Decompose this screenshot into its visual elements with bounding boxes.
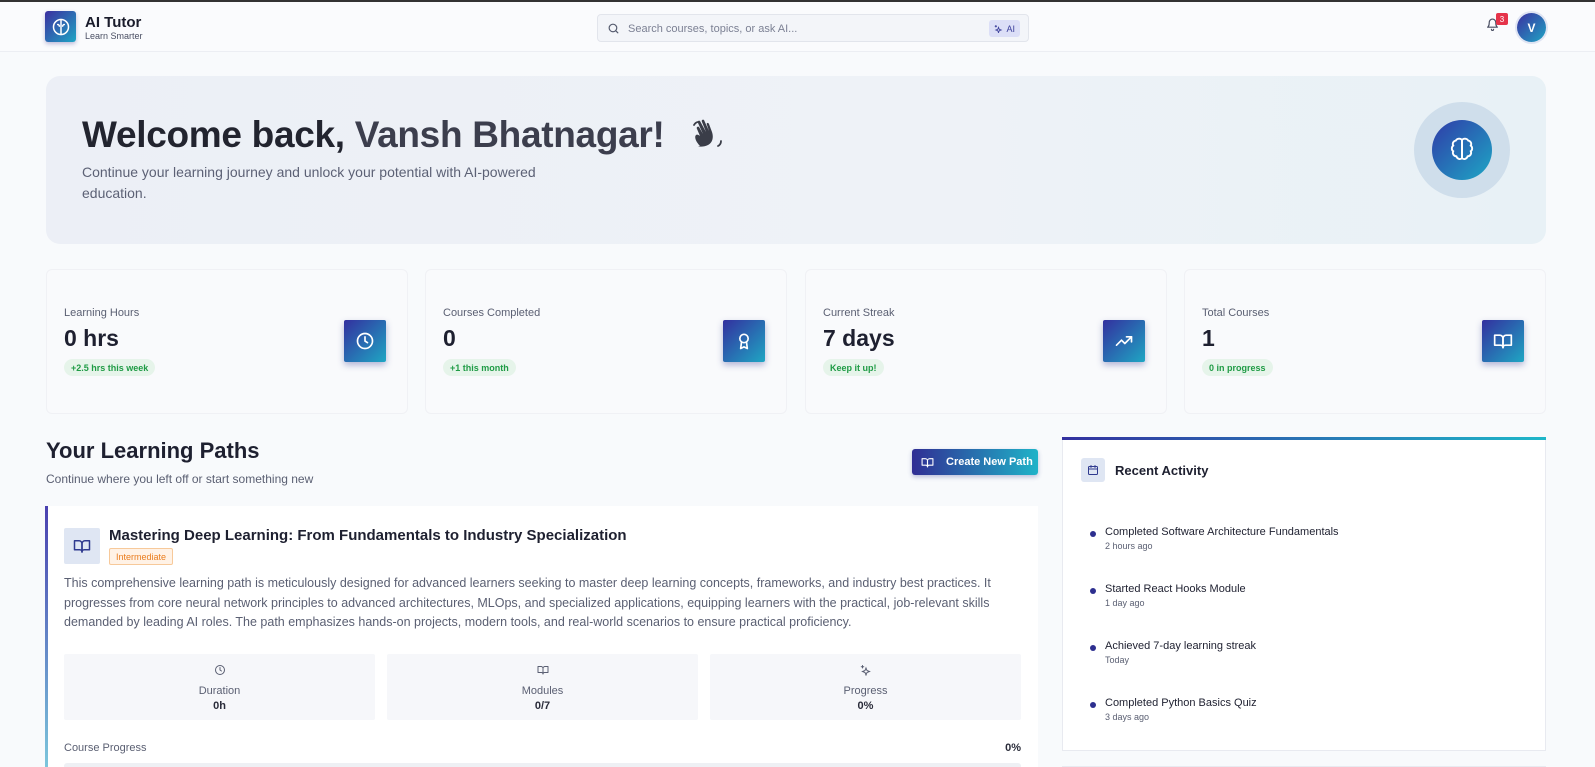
metric-label: Modules [521,685,564,697]
activity-item[interactable]: Started React Hooks Module 1 day ago [1090,583,1530,613]
stat-label: Learning Hours [64,307,140,319]
search-bar: AI [597,14,1029,42]
stat-card-current-streak: Current Streak 7 days Keep it up! [805,269,1167,414]
path-title[interactable]: Mastering Deep Learning: From Fundamenta… [109,527,627,544]
activity-time: Today [1105,655,1130,665]
path-description: This comprehensive learning path is meti… [64,576,991,629]
level-badge: Intermediate [109,548,174,565]
stat-note: +2.5 hrs this week [64,359,156,376]
clock-icon [214,664,226,676]
waving-hand-icon [688,116,728,156]
notification-count-badge: 3 [1496,13,1508,25]
create-new-path-label: Create New Path [946,456,1033,468]
activity-item[interactable]: Completed Software Architecture Fundamen… [1090,526,1530,556]
brain-orb [1414,102,1510,198]
user-avatar[interactable]: V [1517,13,1546,42]
recent-activity-panel: Recent Activity Completed Software Archi… [1062,437,1546,751]
welcome-heading: Welcome back, Vansh Bhatnagar! [82,114,665,156]
stat-label: Current Streak [823,307,895,319]
metric-value: 0h [213,700,226,712]
stat-note: 0 in progress [1202,359,1273,376]
activity-dot [1090,702,1096,708]
activity-dot [1090,645,1096,651]
activity-item[interactable]: Completed Python Basics Quiz 3 days ago [1090,697,1530,727]
activity-text: Started React Hooks Module [1105,583,1246,595]
book-open-icon [1482,320,1524,362]
activity-time: 3 days ago [1105,712,1150,722]
stat-card-learning-hours: Learning Hours 0 hrs +2.5 hrs this week [46,269,408,414]
book-open-icon [64,528,100,564]
top-header: AI Tutor Learn Smarter AI 3 V [0,2,1595,52]
stat-value: 0 [443,325,456,351]
activity-text: Achieved 7-day learning streak [1105,640,1257,652]
welcome-description: Continue your learning journey and unloc… [82,164,536,201]
activity-time: 2 hours ago [1105,541,1153,551]
panel-accent-bar [1062,437,1546,440]
book-open-icon [921,456,934,469]
app-subtitle: Learn Smarter [85,31,143,41]
trending-up-icon [1103,320,1145,362]
book-open-icon [537,664,549,676]
metric-modules: Modules 0/7 [387,654,698,720]
create-new-path-button[interactable]: Create New Path [912,449,1038,475]
metric-value: 0/7 [534,700,551,712]
metric-label: Progress [843,685,888,697]
activity-dot [1090,588,1096,594]
award-icon [723,320,765,362]
app-title: AI Tutor [85,14,142,31]
stat-note: Keep it up! [823,359,884,376]
brain-icon [1432,120,1492,180]
stat-card-total-courses: Total Courses 1 0 in progress [1184,269,1546,414]
activity-item[interactable]: Achieved 7-day learning streak Today [1090,640,1530,670]
brain-logo-icon[interactable] [45,11,76,42]
metric-duration: Duration 0h [64,654,375,720]
search-icon [607,22,620,35]
user-name: Vansh Bhatnagar! [354,114,665,155]
metric-label: Duration [198,685,241,697]
activity-time: 1 day ago [1105,598,1145,608]
clock-icon [344,320,386,362]
welcome-greeting: Welcome back, [82,114,355,155]
activity-text: Completed Software Architecture Fundamen… [1105,526,1339,538]
metric-value: 0% [857,700,874,712]
stat-value: 7 days [823,325,895,351]
course-progress-bar [64,763,1021,767]
metric-progress: Progress 0% [710,654,1021,720]
activity-text: Completed Python Basics Quiz [1105,697,1257,709]
stat-note: +1 this month [443,359,516,376]
ai-search-badge[interactable]: AI [989,20,1020,37]
learning-path-card[interactable]: Mastering Deep Learning: From Fundamenta… [45,506,1038,767]
recent-activity-title: Recent Activity [1115,463,1209,478]
welcome-banner: Welcome back, Vansh Bhatnagar! Continue … [46,76,1546,244]
stat-value: 1 [1202,325,1215,351]
stat-label: Courses Completed [443,307,541,319]
activity-dot [1090,531,1096,537]
stat-value: 0 hrs [64,325,119,351]
ai-badge-label: AI [1006,23,1015,34]
learning-paths-title: Your Learning Paths [46,438,260,463]
search-input[interactable] [628,19,968,38]
stat-label: Total Courses [1202,307,1270,319]
stat-card-courses-completed: Courses Completed 0 +1 this month [425,269,787,414]
course-progress-label: Course Progress [64,742,147,754]
calendar-icon [1081,458,1105,482]
learning-paths-subtitle: Continue where you left off or start som… [46,472,314,486]
course-progress-value: 0% [1005,742,1021,754]
sparkles-icon [860,664,872,676]
